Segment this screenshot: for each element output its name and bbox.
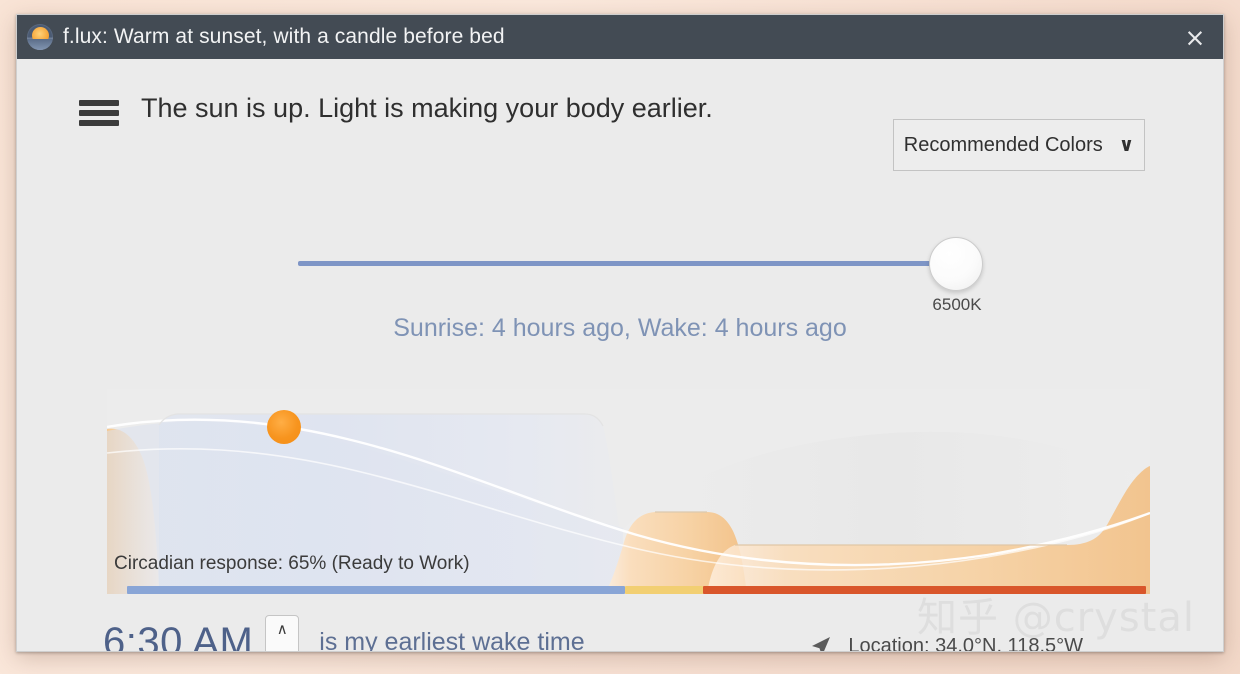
color-temperature-slider[interactable]: 6500K (17, 219, 1223, 329)
close-icon[interactable]: × (1167, 15, 1223, 59)
circadian-response-caption: Circadian response: 65% (Ready to Work) (114, 553, 470, 574)
timeline-segment-day-blue (127, 586, 625, 594)
timeline-segment-dusk-yellow (625, 586, 703, 594)
sun-position-marker[interactable] (267, 410, 301, 444)
flux-sun-icon (27, 24, 53, 50)
hamburger-bar (79, 110, 119, 116)
sunrise-wake-status: Sunrise: 4 hours ago, Wake: 4 hours ago (393, 314, 847, 342)
recommended-colors-dropdown[interactable]: Recommended Colors ∨ (893, 119, 1145, 171)
flux-window: f.lux: Warm at sunset, with a candle bef… (16, 14, 1224, 652)
wake-time-label: is my earliest wake time (319, 627, 585, 652)
hamburger-bar (79, 100, 119, 106)
hamburger-bar (79, 120, 119, 126)
hamburger-menu-icon[interactable] (79, 96, 119, 130)
slider-value-label: 6500K (932, 295, 982, 314)
window-body: The sun is up. Light is making your body… (17, 59, 1223, 652)
stepper-up-icon[interactable]: ∧ (266, 616, 298, 642)
title-bar: f.lux: Warm at sunset, with a candle bef… (17, 15, 1223, 59)
page-title: The sun is up. Light is making your body… (141, 93, 713, 123)
navigation-arrow-icon (808, 633, 834, 651)
chevron-down-icon: ∨ (1118, 134, 1135, 156)
stepper-down-icon[interactable]: ∨ (266, 642, 298, 651)
dropdown-label: Recommended Colors (903, 133, 1103, 156)
timeline-bar (107, 586, 1150, 594)
window-title: f.lux: Warm at sunset, with a candle bef… (63, 25, 505, 48)
earliest-wake-time-control: 6:30 AM ∧ ∨ is my earliest wake time (103, 615, 585, 652)
wake-time-value[interactable]: 6:30 AM (103, 620, 253, 652)
slider-thumb[interactable] (929, 237, 983, 291)
wake-time-stepper[interactable]: ∧ ∨ (265, 615, 300, 651)
slider-track[interactable] (298, 261, 958, 266)
timeline-segment-night-red (703, 586, 1146, 594)
